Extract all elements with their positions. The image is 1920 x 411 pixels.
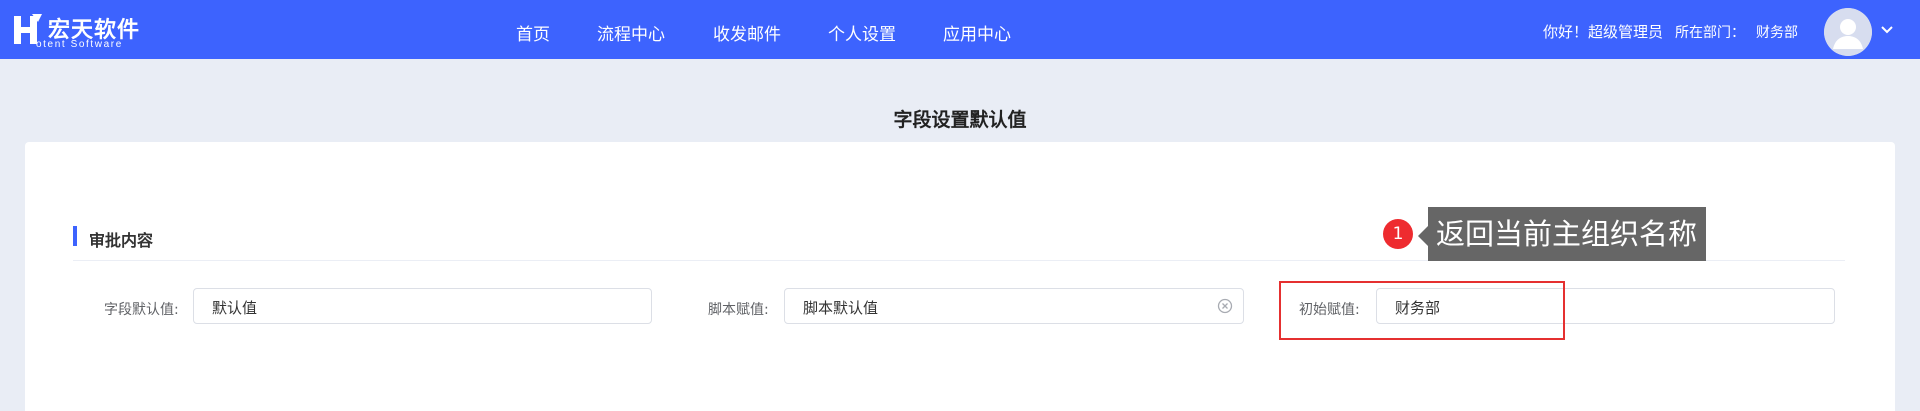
nav-home[interactable]: 首页: [516, 20, 550, 45]
script-value-input[interactable]: 脚本默认值: [784, 288, 1244, 324]
nav-personal-settings[interactable]: 个人设置: [828, 20, 896, 45]
tooltip-arrow: [1418, 226, 1428, 246]
annotation-tooltip: 返回当前主组织名称: [1428, 207, 1706, 261]
nav-process-center[interactable]: 流程中心: [597, 20, 665, 45]
user-greeting: 你好！超级管理员: [1543, 23, 1664, 41]
field-default-value: 默认值: [212, 299, 258, 317]
section-accent-bar: [73, 226, 77, 246]
step-badge: 1: [1383, 219, 1413, 249]
field-default-input[interactable]: 默认值: [193, 288, 652, 324]
user-avatar-icon: [1824, 8, 1872, 56]
logo-subtitle: otent Software: [36, 39, 123, 50]
department-value: 财务部: [1756, 25, 1798, 41]
script-value-label: 脚本赋值:: [708, 302, 769, 318]
script-value-value: 脚本默认值: [803, 299, 879, 317]
department-label: 所在部门：: [1675, 25, 1745, 41]
logo[interactable]: 宏天软件 otent Software: [12, 11, 147, 51]
content-card: 审批内容 字段默认值: 默认值 脚本赋值: 脚本默认值 初始赋值: 财务部: [25, 142, 1895, 411]
section-title: 审批内容: [89, 231, 154, 250]
nav-mail[interactable]: 收发邮件: [713, 20, 781, 45]
clear-icon[interactable]: [1217, 298, 1233, 314]
field-default-label: 字段默认值:: [104, 302, 179, 318]
page-title: 字段设置默认值: [893, 109, 1027, 131]
nav-app-center[interactable]: 应用中心: [943, 20, 1011, 45]
avatar[interactable]: [1824, 8, 1872, 56]
highlight-box: [1279, 281, 1565, 340]
chevron-down-icon[interactable]: [1880, 25, 1894, 35]
top-navigation-bar: 宏天软件 otent Software 首页 流程中心 收发邮件 个人设置 应用…: [0, 0, 1920, 59]
